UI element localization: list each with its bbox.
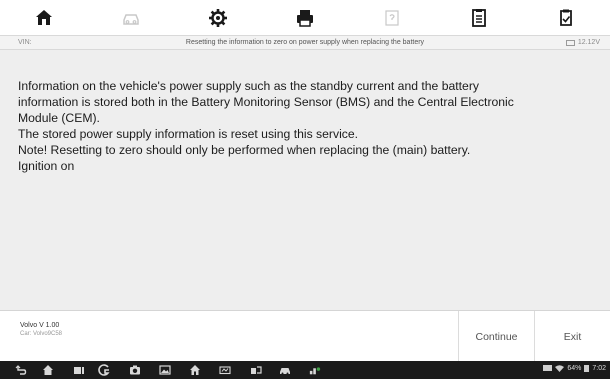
vehicle-swap-icon [122,13,139,25]
settings-gear-icon [208,8,227,27]
camera-icon [130,365,140,375]
battery-voltage: 12.12V [565,39,600,46]
subtitle-bar: VIN: Resetting the information to zero o… [0,35,610,50]
status-area: 64% 7:02 [543,364,606,372]
wifi-icon [555,364,565,372]
print-icon [296,9,313,27]
message-line: Module (CEM). [18,111,100,125]
page-title: Resetting the information to zero on pow… [185,39,425,46]
footer-bar: Volvo V 1.00 Car: Volvo9C58 Continue Exi… [0,310,610,362]
house-icon [190,365,200,375]
network-nav-button[interactable] [306,364,324,376]
home-icon [35,9,52,25]
tablet-battery-icon [584,365,590,372]
vci-button[interactable] [217,364,233,376]
screenshot-nav-button[interactable] [128,364,142,376]
message-icon [543,364,553,371]
top-toolbar [0,0,610,35]
battery-percent: 64% [567,364,582,372]
home-nav-button[interactable] [41,364,55,376]
vehicle-name: Volvo V 1.00 [20,322,60,329]
settings-button[interactable] [174,0,261,35]
back-button[interactable] [14,364,28,376]
help-button[interactable] [348,0,435,35]
recent-apps-icon [74,367,84,374]
system-navbar: 64% 7:02 [0,361,610,379]
information-message: Information on the vehicle's power suppl… [18,78,603,174]
message-line: Ignition on [18,159,75,173]
vci-icon [219,366,231,375]
data-logging-icon [471,8,486,27]
autel-button[interactable] [97,364,111,376]
battery-icon [565,39,575,46]
vehicle-swap-button[interactable] [87,0,174,35]
voltage-value: 12.12V [577,39,600,46]
home-button[interactable] [0,0,87,35]
continue-button[interactable]: Continue [458,311,534,362]
gallery-nav-button[interactable] [158,364,172,376]
message-line: Note! Resetting to zero should only be p… [18,143,471,157]
print-button[interactable] [261,0,348,35]
recent-apps-button[interactable] [72,364,86,376]
message-line: The stored power supply information is r… [18,127,359,141]
image-gallery-icon [159,365,171,375]
network-icon [309,367,321,375]
help-icon [384,9,399,26]
exit-button[interactable]: Exit [534,311,610,362]
data-logging-button[interactable] [435,0,522,35]
maxisys-home-button[interactable] [188,364,202,376]
diagnostics-nav-button[interactable] [249,364,263,376]
vehicle-sub: Car: Volvo9C58 [20,331,63,337]
message-line: Information on the vehicle's power suppl… [18,79,479,93]
vehicle-nav-button[interactable] [278,364,292,376]
tool-icon [251,366,262,374]
screenshot-save-icon [559,9,572,26]
autel-logo-icon [98,364,110,376]
clock: 7:02 [592,364,606,372]
screenshot-save-button[interactable] [522,0,609,35]
message-line: information is stored both in the Batter… [18,95,514,109]
back-icon [15,365,27,375]
home-nav-icon [43,365,53,375]
car-icon [280,368,290,375]
vehicle-info: Volvo V 1.00 Car: Volvo9C58 [20,322,62,337]
